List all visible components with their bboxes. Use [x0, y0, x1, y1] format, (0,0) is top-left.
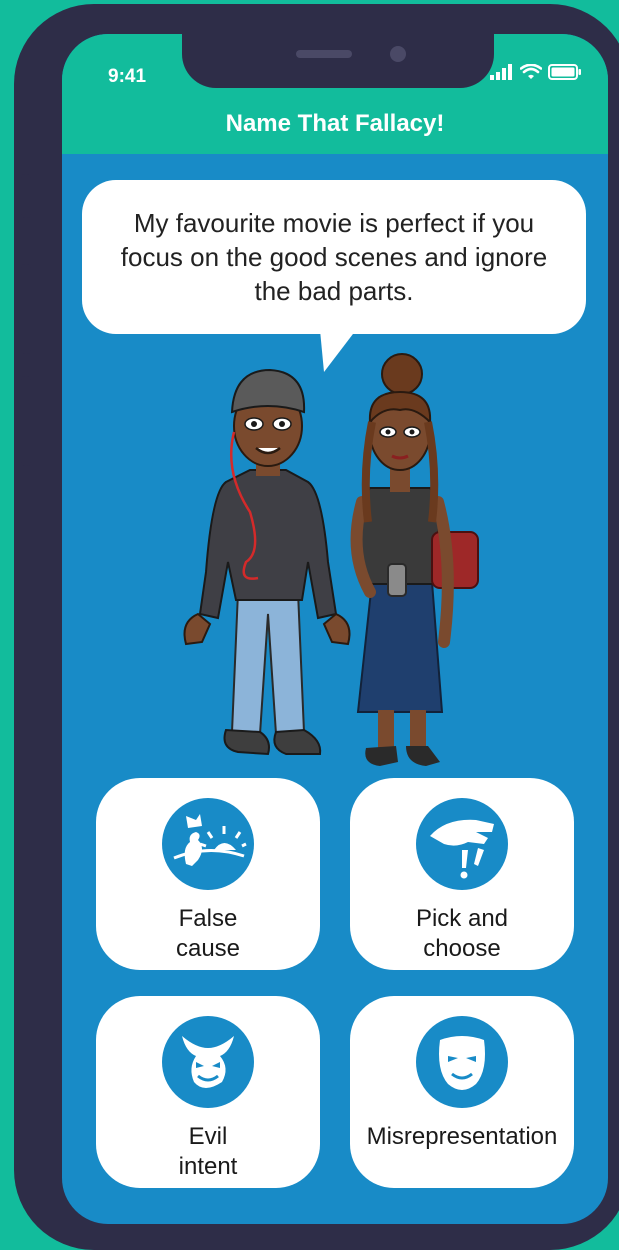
picking-hand-icon: [416, 798, 508, 890]
app-screen: 9:41 Name That Fallacy! My favourite mov…: [62, 34, 608, 1224]
option-pick-and-choose[interactable]: Pick and choose: [350, 778, 574, 970]
option-label: Evil intent: [178, 1123, 238, 1180]
phone-side-button: [21, 174, 31, 218]
page-title: Name That Fallacy!: [225, 110, 445, 137]
option-label: False cause: [175, 905, 241, 962]
rooster-sunrise-icon: [162, 798, 254, 890]
option-label: Pick and choose: [415, 905, 509, 962]
option-misrepresentation[interactable]: Misrepresentation: [350, 996, 574, 1188]
front-camera: [390, 46, 406, 62]
speaker-grille: [296, 50, 352, 58]
signal-icon: [490, 64, 512, 80]
app-header: 9:41 Name That Fallacy!: [62, 34, 608, 154]
girl-character: [350, 353, 479, 766]
status-icons: [490, 64, 582, 80]
phone-volume-up-button: [21, 264, 31, 354]
option-label: Misrepresentation: [366, 1123, 558, 1150]
characters-illustration: [183, 353, 479, 766]
status-time: 9:41: [108, 66, 147, 87]
battery-icon: [548, 64, 581, 80]
speech-bubble: My favourite movie is perfect if you foc…: [82, 180, 586, 334]
phone-notch: [182, 34, 494, 88]
wifi-icon: [520, 64, 542, 79]
phone-frame: 9:41 Name That Fallacy! My favourite mov…: [14, 4, 619, 1250]
devil-face-icon: [162, 1016, 254, 1108]
phone-volume-down-button: [21, 376, 31, 466]
boy-character: [183, 368, 351, 756]
option-false-cause[interactable]: False cause: [96, 778, 320, 970]
mask-icon: [416, 1016, 508, 1108]
option-evil-intent[interactable]: Evil intent: [96, 996, 320, 1188]
